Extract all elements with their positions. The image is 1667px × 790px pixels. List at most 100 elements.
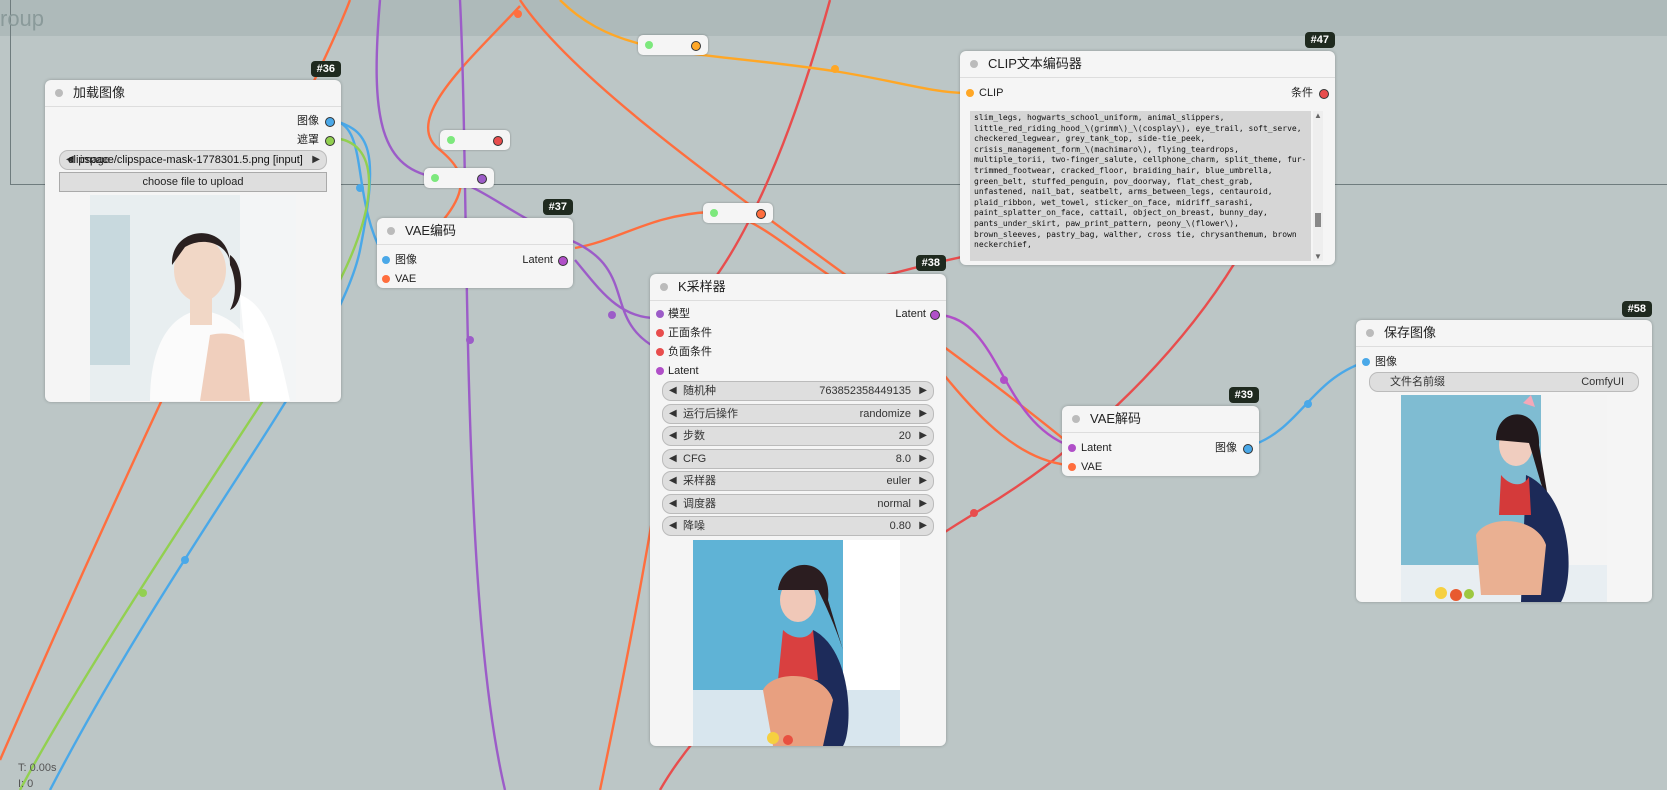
reroute-output-dot[interactable] (691, 41, 701, 51)
output-mask-dot[interactable] (325, 136, 335, 146)
node-title[interactable]: K采样器 (650, 274, 946, 301)
widget-value: normal (877, 498, 911, 510)
output-latent-label: Latent (895, 308, 926, 320)
reroute-input-dot[interactable] (431, 174, 439, 182)
node-ksampler[interactable]: #38 K采样器 模型 正面条件 负面条件 Latent Latent ◀ 随机种… (650, 255, 946, 746)
widget-scheduler[interactable]: ◀ 调度器 normal ▶ (662, 494, 934, 514)
arrow-left-icon[interactable]: ◀ (669, 382, 677, 400)
widget-value: 0.80 (889, 520, 911, 532)
arrow-right-icon[interactable]: ▶ (919, 472, 927, 490)
node-title[interactable]: 保存图像 (1356, 320, 1652, 347)
scroll-thumb[interactable] (1315, 213, 1321, 227)
output-image-dot[interactable] (325, 117, 335, 127)
reroute-vae-2[interactable] (703, 203, 773, 223)
input-negative-dot[interactable] (656, 348, 664, 356)
input-latent-label: Latent (668, 365, 699, 377)
output-cond-dot[interactable] (1319, 89, 1329, 99)
node-title[interactable]: VAE编码 (377, 218, 573, 245)
arrow-right-icon[interactable]: ▶ (919, 450, 927, 468)
reroute-vae[interactable] (440, 130, 510, 150)
reroute-output-dot[interactable] (477, 174, 487, 184)
output-mask-label: 遮罩 (297, 134, 319, 146)
input-image-dot[interactable] (1362, 358, 1370, 366)
widget-label: 步数 (683, 430, 705, 442)
reroute-clip[interactable] (638, 35, 708, 55)
collapse-dot[interactable] (55, 89, 63, 97)
output-cond-label: 条件 (1291, 87, 1313, 99)
widget-control-after-generate[interactable]: ◀ 运行后操作 randomize ▶ (662, 404, 934, 424)
input-image-dot[interactable] (382, 256, 390, 264)
scroll-up-icon[interactable]: ▲ (1314, 111, 1322, 120)
collapse-dot[interactable] (387, 227, 395, 235)
arrow-left-icon[interactable]: ◀ (669, 427, 677, 445)
node-clip-text-encode[interactable]: #47 CLIP文本编码器 CLIP 条件 slim_legs, hogwart… (960, 32, 1335, 265)
upload-button[interactable]: choose file to upload (59, 172, 327, 192)
reroute-output-dot[interactable] (493, 136, 503, 146)
node-title[interactable]: VAE解码 (1062, 406, 1259, 433)
link-dot (514, 10, 522, 18)
graph-canvas[interactable]: roup #36 加载图像 图像 遮罩 ◀ image clipspace/cl… (0, 0, 1667, 790)
reroute-input-dot[interactable] (447, 136, 455, 144)
output-image-label: 图像 (297, 115, 319, 127)
arrow-left-icon[interactable]: ◀ (669, 472, 677, 490)
node-title[interactable]: CLIP文本编码器 (960, 51, 1335, 78)
scroll-down-icon[interactable]: ▼ (1314, 252, 1322, 261)
node-title-text: VAE编码 (405, 223, 457, 238)
node-vae-decode[interactable]: #39 VAE解码 Latent VAE 图像 (1062, 387, 1259, 476)
reroute-latent[interactable] (424, 168, 494, 188)
arrow-right-icon[interactable]: ▶ (919, 405, 927, 423)
status-time: T: 0.00s (18, 762, 57, 774)
widget-value: euler (886, 475, 911, 487)
input-clip-dot[interactable] (966, 89, 974, 97)
collapse-dot[interactable] (1072, 415, 1080, 423)
widget-label: 采样器 (683, 475, 716, 487)
link-dot (1304, 400, 1312, 408)
arrow-right-icon[interactable]: ▶ (919, 382, 927, 400)
arrow-right-icon[interactable]: ▶ (919, 517, 927, 535)
widget-label: 随机种 (683, 385, 716, 397)
widget-steps[interactable]: ◀ 步数 20 ▶ (662, 426, 934, 446)
widget-filename-prefix[interactable]: 文件名前缀 ComfyUI (1369, 372, 1639, 392)
output-image-dot[interactable] (1243, 444, 1253, 454)
collapse-dot[interactable] (660, 283, 668, 291)
reroute-output-dot[interactable] (756, 209, 766, 219)
textarea-scrollbar[interactable]: ▲ ▼ (1313, 111, 1323, 261)
arrow-left-icon[interactable]: ◀ (669, 517, 677, 535)
input-latent-dot[interactable] (656, 367, 664, 375)
link-dot (466, 336, 474, 344)
node-load-image[interactable]: #36 加载图像 图像 遮罩 ◀ image clipspace/clipspa… (45, 61, 341, 402)
arrow-right-icon[interactable]: ▶ (919, 495, 927, 513)
arrow-right-icon[interactable]: ▶ (312, 151, 320, 169)
input-latent-dot[interactable] (1068, 444, 1076, 452)
arrow-left-icon[interactable]: ◀ (669, 450, 677, 468)
input-vae-label: VAE (395, 273, 417, 285)
input-positive-label: 正面条件 (668, 327, 712, 339)
node-vae-encode[interactable]: #37 VAE编码 图像 VAE Latent (377, 199, 573, 288)
widget-label: CFG (683, 453, 707, 465)
widget-sampler[interactable]: ◀ 采样器 euler ▶ (662, 471, 934, 491)
arrow-right-icon[interactable]: ▶ (919, 427, 927, 445)
collapse-dot[interactable] (1366, 329, 1374, 337)
node-save-image[interactable]: #58 保存图像 图像 文件名前缀 ComfyUI (1356, 301, 1652, 602)
link-clip (559, 0, 966, 95)
arrow-left-icon[interactable]: ◀ (669, 495, 677, 513)
image-file-widget[interactable]: ◀ image clipspace/clipspace-mask-1778301… (59, 150, 327, 170)
input-vae-dot[interactable] (1068, 463, 1076, 471)
input-vae-dot[interactable] (382, 275, 390, 283)
output-latent-dot[interactable] (930, 310, 940, 320)
input-positive-dot[interactable] (656, 329, 664, 337)
reroute-input-dot[interactable] (710, 209, 718, 217)
widget-cfg[interactable]: ◀ CFG 8.0 ▶ (662, 449, 934, 469)
reroute-input-dot[interactable] (645, 41, 653, 49)
widget-seed[interactable]: ◀ 随机种 763852358449135 ▶ (662, 381, 934, 401)
link-latent-1 (375, 0, 661, 352)
widget-denoise[interactable]: ◀ 降噪 0.80 ▶ (662, 516, 934, 536)
arrow-left-icon[interactable]: ◀ (669, 405, 677, 423)
input-model-dot[interactable] (656, 310, 664, 318)
link-dot (970, 509, 978, 517)
prompt-textarea[interactable]: slim_legs, hogwarts_school_uniform, anim… (970, 111, 1311, 261)
output-latent-dot[interactable] (558, 256, 568, 266)
collapse-dot[interactable] (970, 60, 978, 68)
widget-value: 763852358449135 (819, 385, 911, 397)
node-title[interactable]: 加载图像 (45, 80, 341, 107)
